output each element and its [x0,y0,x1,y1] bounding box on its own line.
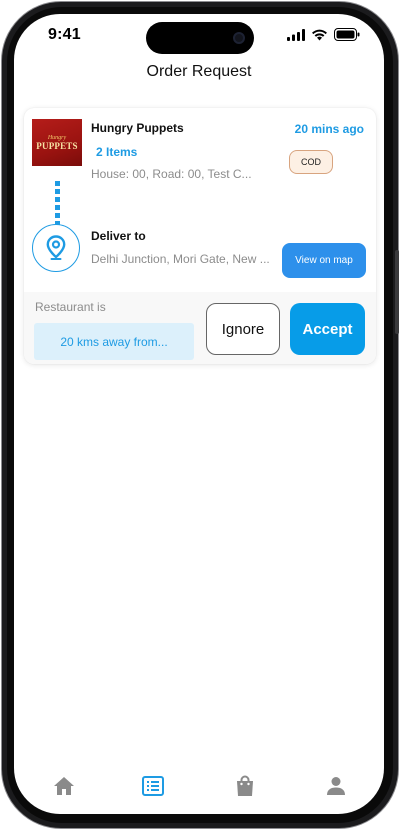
card-footer: Restaurant is 20 kms away from... Ignore… [24,292,376,364]
ignore-button[interactable]: Ignore [206,303,280,355]
logo-text-big: PUPPETS [36,140,78,151]
delivery-address: Delhi Junction, Mori Gate, New ... [91,252,270,266]
nav-orders[interactable] [139,772,167,800]
order-time-ago: 20 mins ago [294,122,364,136]
profile-icon [327,777,345,795]
payment-badge: COD [289,150,333,174]
signal-icon [287,28,305,41]
list-icon [142,776,164,796]
deliver-to-label: Deliver to [91,229,146,243]
app-screen: 9:41 Order Request Hungry PUPPETS Hungry… [14,14,384,814]
restaurant-logo: Hungry PUPPETS [32,119,82,166]
nav-home[interactable] [50,772,78,800]
map-pin-icon [46,235,66,260]
nav-profile[interactable] [322,772,350,800]
wifi-icon [312,29,327,40]
shopping-bag-icon [237,775,253,796]
home-icon [54,777,74,795]
bottom-navigation [14,772,384,804]
page-title: Order Request [146,63,252,80]
route-dotted-line [55,181,60,225]
status-time: 9:41 [48,26,81,43]
accept-button[interactable]: Accept [290,303,365,355]
order-request-card: Hungry PUPPETS Hungry Puppets 20 mins ag… [24,108,376,364]
view-on-map-button[interactable]: View on map [282,243,366,278]
camera-icon [233,32,245,44]
battery-icon [334,28,360,41]
nav-shop[interactable] [231,772,259,800]
distance-pill: 20 kms away from... [34,323,194,360]
location-pin-icon [32,224,80,272]
restaurant-is-label: Restaurant is [35,300,106,314]
restaurant-address: House: 00, Road: 00, Test C... [91,167,252,181]
items-count-link[interactable]: 2 Items [96,145,137,159]
side-button [395,250,399,334]
restaurant-name: Hungry Puppets [91,121,184,135]
status-icons [287,28,360,41]
